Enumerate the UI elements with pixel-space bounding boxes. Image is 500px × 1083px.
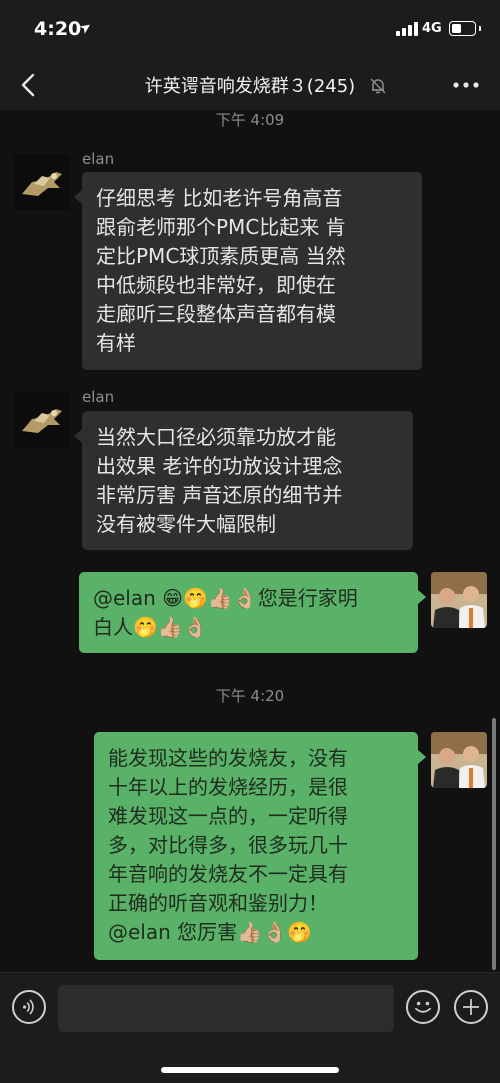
battery-tip xyxy=(479,26,481,31)
message-bubble-incoming[interactable]: 当然大口径必须靠功放才能 出效果 老许的功放设计理念 非常厉害 声音还原的细节并… xyxy=(74,411,413,550)
sender-name: elan xyxy=(82,388,115,406)
input-bar xyxy=(0,972,500,1083)
signal-icon xyxy=(396,22,418,36)
bell-slash-icon xyxy=(369,77,387,95)
status-bar: 4:20 ➤ 4G xyxy=(0,0,500,60)
message-bubble-outgoing[interactable]: 能发现这些的发烧友，没有 十年以上的发烧经历，是很 难发现这一点的，一定听得 多… xyxy=(94,732,426,960)
timestamp: 下午 4:09 xyxy=(215,111,285,129)
avatar[interactable] xyxy=(14,391,70,447)
network-type: 4G xyxy=(422,21,442,36)
message-bubble-incoming[interactable]: 仔细思考 比如老许号角高音 跟俞老师那个PMC比起来 肯 定比PMC球顶素质更高… xyxy=(74,172,422,370)
nav-bar: 许英谔音响发烧群３(245) xyxy=(0,60,500,110)
voice-icon[interactable] xyxy=(12,990,46,1024)
timestamp: 下午 4:20 xyxy=(215,687,285,705)
smiley-icon[interactable] xyxy=(406,990,440,1024)
plus-icon[interactable] xyxy=(454,990,488,1024)
avatar[interactable] xyxy=(431,732,487,788)
message-bubble-outgoing[interactable]: @elan 😁🤭👍🏼👌🏼您是行家明 白人🤭👍🏼👌🏼 xyxy=(79,572,426,653)
battery-level xyxy=(452,24,461,33)
chat-title: 许英谔音响发烧群３(245) xyxy=(144,76,356,97)
home-indicator[interactable] xyxy=(161,1067,339,1073)
sender-name: elan xyxy=(82,150,115,168)
ellipsis-icon[interactable] xyxy=(452,80,480,90)
scrollbar[interactable] xyxy=(492,718,496,970)
avatar[interactable] xyxy=(14,154,70,210)
message-input[interactable] xyxy=(58,985,394,1032)
status-time: 4:20 xyxy=(34,18,82,40)
avatar[interactable] xyxy=(431,572,487,628)
battery-icon xyxy=(449,21,476,36)
